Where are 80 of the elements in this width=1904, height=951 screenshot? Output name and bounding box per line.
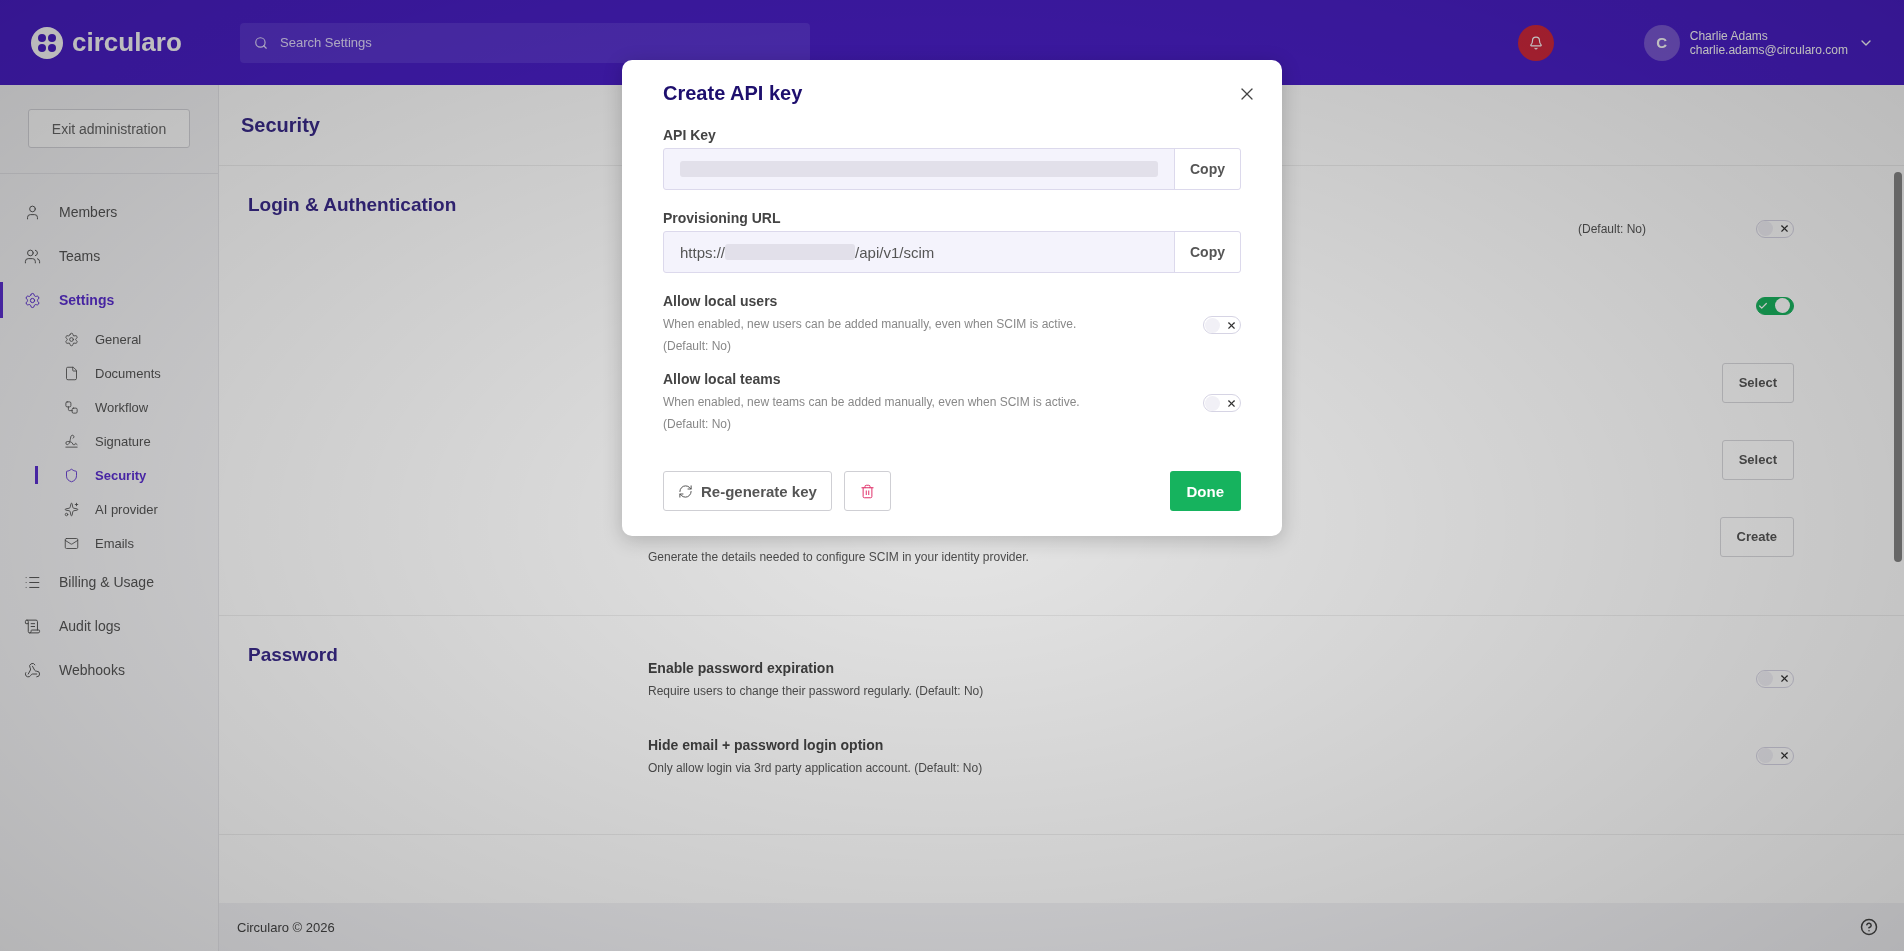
setting-description: Generate the details needed to configure SCIM in your identity provider. (648, 549, 1029, 564)
sidebar-item[interactable]: Webhooks (0, 648, 218, 692)
help-icon[interactable] (1860, 918, 1878, 936)
x-icon (1226, 397, 1237, 409)
copy-button[interactable]: Copy (1174, 232, 1240, 272)
input-field[interactable]: https:// /api/v1/scim Copy (663, 231, 1241, 273)
avatar: C (1643, 24, 1680, 61)
check-icon (1758, 300, 1768, 311)
sidebar-item[interactable]: Audit logs (0, 604, 218, 648)
search-field[interactable]: Search Settings (240, 22, 810, 63)
sidebar-item[interactable]: Settings (0, 278, 218, 322)
file-icon (64, 365, 79, 381)
sidebar-item[interactable]: Teams (0, 234, 218, 278)
sidebar-item[interactable]: General (0, 322, 218, 356)
option-label: Allow local users (663, 293, 779, 309)
delete-button[interactable] (843, 471, 891, 511)
field-label: API Key (663, 127, 717, 143)
option-note: (Default: No) (663, 338, 733, 355)
search-icon (254, 35, 268, 50)
sidebar-item[interactable]: Signature (0, 424, 218, 458)
sidebar-item[interactable]: Emails (0, 526, 218, 560)
setting-description: Require users to change their password regularly. (Default: No) (648, 683, 984, 698)
copyright-text: Circularo © 2026 (237, 919, 335, 935)
bell-icon (1528, 35, 1543, 50)
shield-icon (64, 467, 79, 483)
sidebar-item[interactable]: Workflow (0, 390, 218, 424)
document-icon (24, 617, 41, 635)
toggle-switch[interactable] (1756, 746, 1794, 765)
setting-description: Only allow login via 3rd party application account. (Default: No) (648, 760, 983, 775)
copy-button[interactable]: Copy (1174, 149, 1240, 189)
gear-icon (64, 331, 79, 347)
toggle-switch[interactable] (1756, 669, 1794, 688)
logo-icon (30, 25, 64, 60)
setting-label: Enable password expiration (648, 659, 834, 676)
setting-button[interactable]: Select (1721, 439, 1794, 480)
section-title: Login & Authentication (248, 193, 458, 217)
sparkle-icon (64, 501, 79, 517)
sidebar-item[interactable]: Members (0, 190, 218, 234)
sidebar-item[interactable]: Billing & Usage (0, 560, 218, 604)
sidebar-item[interactable]: Documents (0, 356, 218, 390)
field-label: Provisioning URL (663, 210, 782, 226)
mail-icon (64, 535, 79, 551)
user-menu[interactable]: C Charlie Adams charlie.adams@circularo.com (1643, 24, 1874, 61)
toggle-switch[interactable] (1203, 394, 1241, 412)
notification-button[interactable] (1517, 24, 1554, 61)
setting-description: (Default: No) (1577, 221, 1646, 236)
logo-text: circularo (72, 27, 182, 58)
user-email: charlie.adams@circularo.com (1689, 42, 1848, 57)
gear-icon (24, 291, 41, 309)
option-description: When enabled, new teams can be added manually, even when SCIM is active. (663, 394, 1081, 411)
x-icon (1226, 319, 1237, 331)
users-icon (24, 247, 41, 265)
sidebar-item[interactable]: AI provider (0, 492, 218, 526)
setting-button[interactable]: Create (1719, 516, 1794, 557)
page-title: Security (241, 113, 320, 137)
section-title: Password (248, 643, 339, 667)
scrollbar[interactable] (1894, 172, 1902, 562)
option-description: When enabled, new users can be added manually, even when SCIM is active. (663, 316, 1078, 333)
dialog-title: Create API key (663, 82, 803, 105)
option-label: Allow local teams (663, 371, 782, 387)
flow-icon (64, 399, 79, 415)
toggle-switch[interactable] (1203, 316, 1241, 334)
option-note: (Default: No) (663, 416, 733, 433)
sidebar-item[interactable]: Security (0, 458, 218, 492)
x-icon (1779, 223, 1790, 234)
toggle-switch[interactable] (1756, 296, 1794, 315)
refresh-icon (678, 483, 693, 499)
x-icon (1779, 673, 1790, 684)
webhook-icon (24, 661, 41, 679)
setting-button[interactable]: Select (1721, 362, 1794, 403)
setting-label: Hide email + password login option (648, 736, 884, 753)
x-icon (1779, 750, 1790, 761)
signature-icon (64, 433, 79, 449)
trash-icon (859, 483, 875, 499)
regenerate-key-button[interactable]: Re-generate key (663, 471, 832, 511)
exit-administration-button[interactable]: Exit administration (28, 109, 190, 148)
toggle-switch[interactable] (1756, 219, 1794, 238)
user-icon (24, 203, 41, 221)
input-field[interactable]: Copy (663, 148, 1241, 190)
user-name: Charlie Adams (1689, 28, 1769, 43)
